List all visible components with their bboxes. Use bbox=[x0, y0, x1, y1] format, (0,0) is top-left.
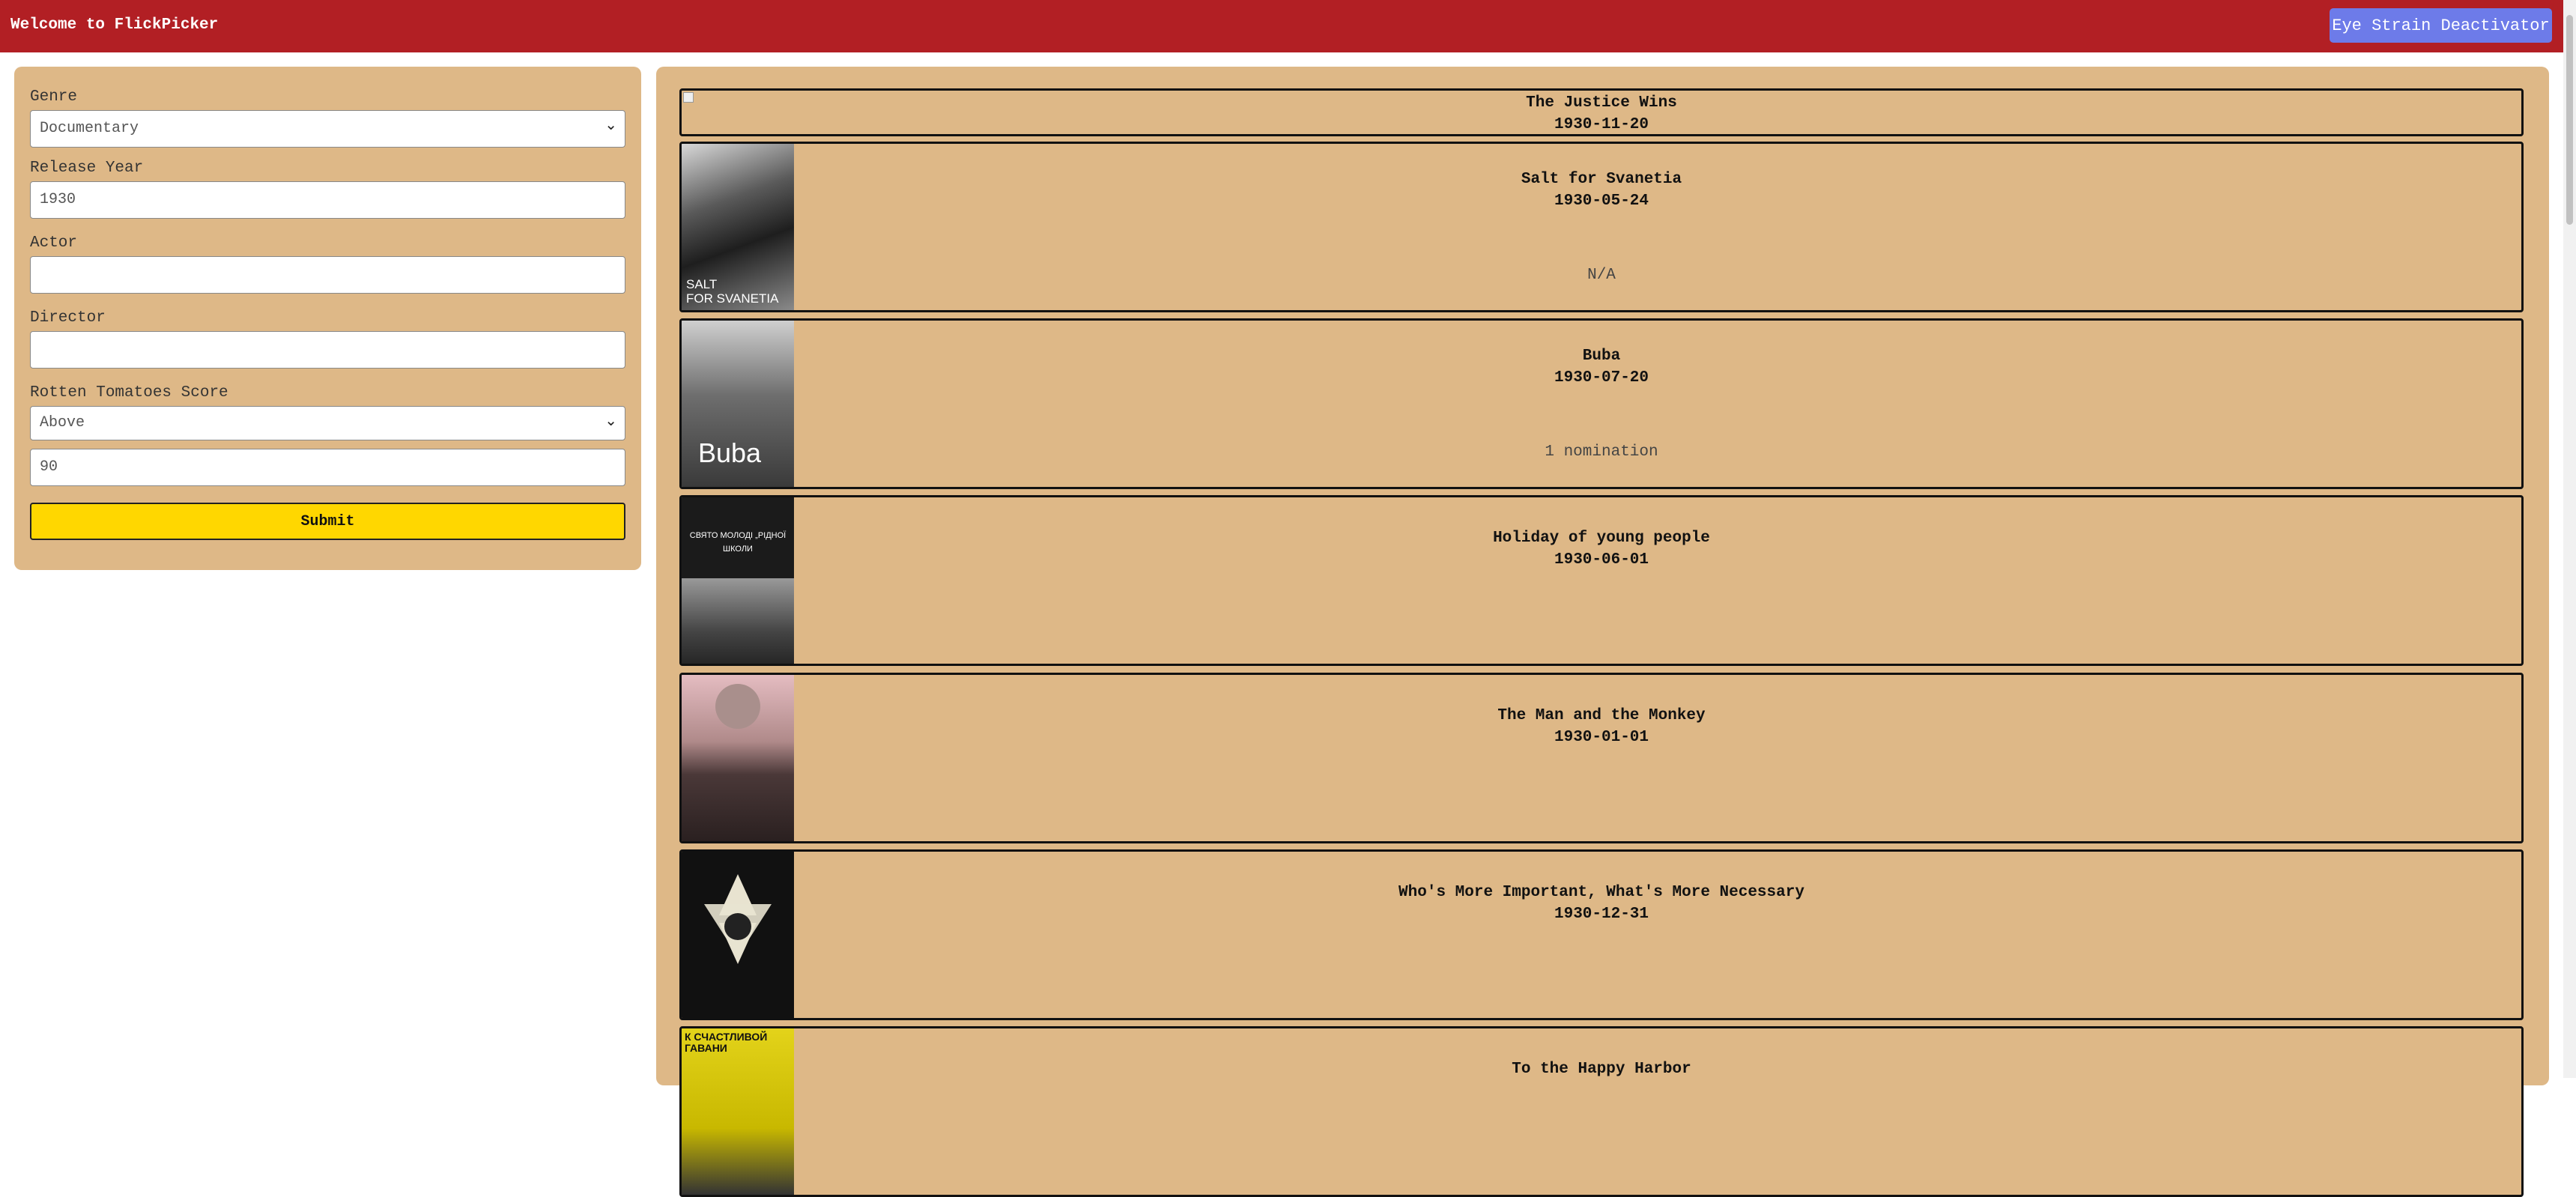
movie-title: To the Happy Harbor bbox=[1512, 1061, 1691, 1078]
rt-mode-select[interactable]: Above bbox=[30, 406, 625, 440]
submit-button[interactable]: Submit bbox=[30, 503, 625, 540]
movie-card[interactable]: SALT FOR SVANETIA Salt for Svanetia 1930… bbox=[679, 142, 2524, 312]
movie-title: Buba bbox=[1582, 348, 1621, 365]
rt-score-input[interactable]: 90 bbox=[30, 449, 625, 486]
movie-poster: СВЯТО МОЛОДІ „РІДНОЇ ШКОЛИ bbox=[682, 497, 794, 664]
movie-date: 1930-06-01 bbox=[1554, 551, 1649, 569]
genre-select[interactable]: Documentary bbox=[30, 110, 625, 148]
results-panel: The Justice Wins 1930-11-20 SALT FOR SVA… bbox=[656, 67, 2549, 1197]
movie-date: 1930-12-31 bbox=[1554, 906, 1649, 923]
filter-panel: Genre Documentary Release Year 1930 Acto… bbox=[14, 67, 641, 570]
app-title: Welcome to FlickPicker bbox=[10, 16, 219, 34]
page-scrollbar[interactable] bbox=[2563, 0, 2576, 1078]
release-year-label: Release Year bbox=[30, 160, 144, 177]
movie-card[interactable]: К СЧАСТЛИВОЙ ГАВАНИ To the Happy Harbor bbox=[679, 1026, 2524, 1197]
release-year-input[interactable]: 1930 bbox=[30, 181, 625, 219]
genre-label: Genre bbox=[30, 88, 78, 106]
movie-title: The Man and the Monkey bbox=[1497, 707, 1706, 724]
star-emblem-icon bbox=[704, 874, 772, 964]
movie-poster bbox=[682, 852, 794, 1018]
poster-photo bbox=[682, 578, 794, 664]
movie-card[interactable]: Who's More Important, What's More Necess… bbox=[679, 849, 2524, 1020]
rt-score-label: Rotten Tomatoes Score bbox=[30, 384, 228, 401]
director-label: Director bbox=[30, 309, 106, 327]
actor-label: Actor bbox=[30, 234, 78, 252]
movie-date: 1930-01-01 bbox=[1554, 729, 1649, 746]
movie-card[interactable]: СВЯТО МОЛОДІ „РІДНОЇ ШКОЛИ Holiday of yo… bbox=[679, 495, 2524, 666]
movie-awards: N/A bbox=[1587, 267, 1616, 284]
movie-date: 1930-07-20 bbox=[1554, 369, 1649, 387]
movie-date: 1930-11-20 bbox=[1554, 116, 1649, 133]
top-bar: Welcome to FlickPicker Eye Strain Deacti… bbox=[0, 0, 2563, 52]
scrollbar-thumb[interactable] bbox=[2566, 15, 2573, 225]
poster-caption: К СЧАСТЛИВОЙ ГАВАНИ bbox=[685, 1031, 768, 1054]
movie-poster bbox=[682, 675, 794, 841]
movie-card[interactable]: The Justice Wins 1930-11-20 bbox=[679, 88, 2524, 136]
movie-card[interactable]: The Man and the Monkey 1930-01-01 bbox=[679, 673, 2524, 843]
eye-strain-toggle-button[interactable]: Eye Strain Deactivator bbox=[2330, 8, 2552, 43]
movie-title: Who's More Important, What's More Necess… bbox=[1398, 884, 1804, 901]
actor-input[interactable] bbox=[30, 256, 625, 294]
movie-poster: Buba bbox=[682, 321, 794, 487]
movie-title: The Justice Wins bbox=[1526, 94, 1677, 112]
movie-poster: К СЧАСТЛИВОЙ ГАВАНИ bbox=[682, 1028, 794, 1195]
movie-date: 1930-05-24 bbox=[1554, 193, 1649, 210]
movie-card[interactable]: Buba Buba 1930-07-20 1 nomination bbox=[679, 318, 2524, 489]
movie-title: Salt for Svanetia bbox=[1521, 171, 1682, 188]
director-input[interactable] bbox=[30, 331, 625, 369]
movie-title: Holiday of young people bbox=[1493, 530, 1710, 547]
movie-awards: 1 nomination bbox=[1545, 443, 1658, 461]
movie-poster: SALT FOR SVANETIA bbox=[682, 144, 794, 310]
